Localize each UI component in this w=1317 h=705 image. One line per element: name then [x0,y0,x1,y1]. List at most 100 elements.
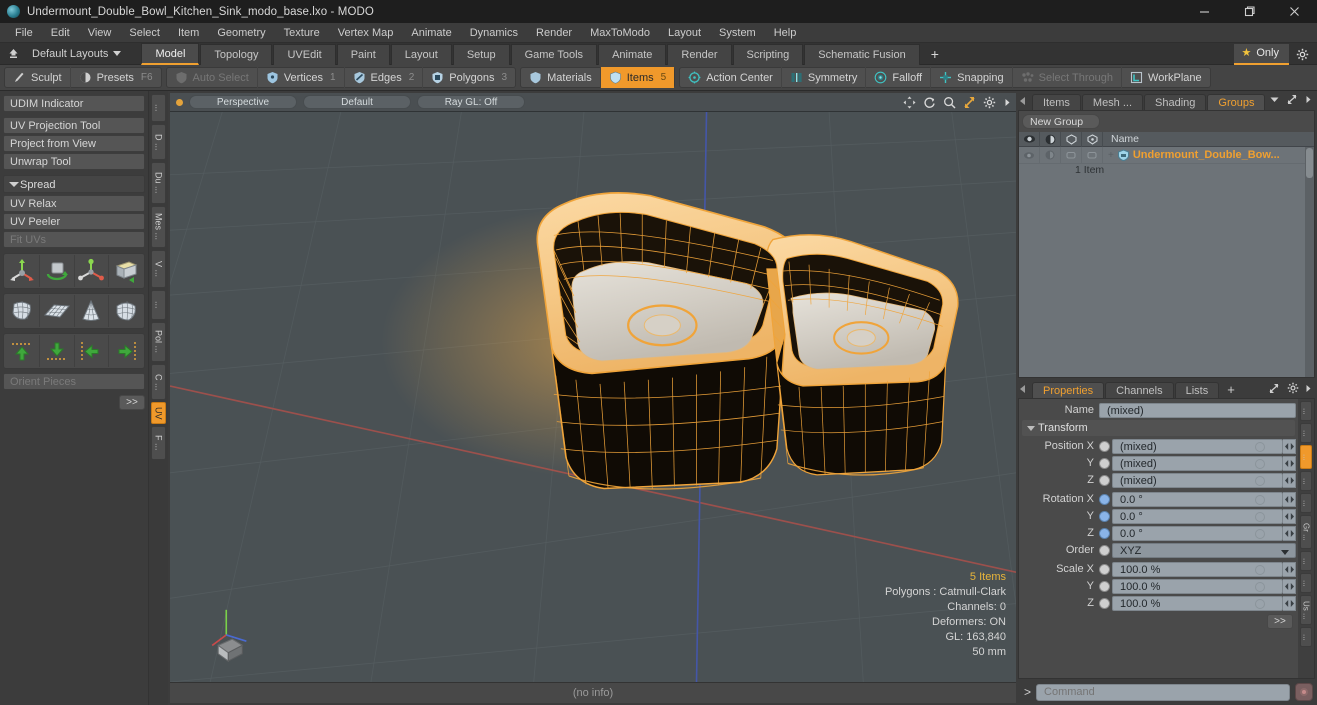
select-through-button[interactable]: Select Through [1013,67,1122,88]
position-x-input[interactable]: (mixed) [1112,439,1283,454]
vtab-0[interactable]: ... [151,94,166,122]
rotation-z-key-toggle[interactable] [1099,528,1110,539]
render-column-icon[interactable] [1061,132,1082,147]
uv-projection-tool-button[interactable]: UV Projection Tool [3,117,145,134]
home-layout-icon[interactable] [0,43,26,65]
menu-texture[interactable]: Texture [275,23,329,43]
minimize-button[interactable] [1182,0,1227,23]
menu-help[interactable]: Help [765,23,806,43]
menu-edit[interactable]: Edit [42,23,79,43]
position-x-stepper[interactable] [1283,439,1296,454]
rotation-y-key-toggle[interactable] [1099,511,1110,522]
raygl-dropdown[interactable]: Ray GL: Off [417,95,525,109]
auto-select-button[interactable]: Auto Select [167,67,258,88]
position-z-stepper[interactable] [1283,473,1296,488]
vtab-polygon[interactable]: Pol ... [151,322,166,362]
pvtab-0[interactable]: ... [1300,401,1312,421]
scale-x-input[interactable]: 100.0 % [1112,562,1283,577]
left-panel-more-button[interactable]: >> [119,395,145,410]
tab-groups[interactable]: Groups [1207,94,1265,110]
unwrap-tool-button[interactable]: Unwrap Tool [3,153,145,170]
expand-plus-icon[interactable]: + [1108,150,1114,161]
scale-x-key-toggle[interactable] [1099,564,1110,575]
groups-list-body[interactable]: + Undermount_Double_Bow... 1 Item [1019,147,1314,377]
spread-group-header[interactable]: Spread [3,175,145,193]
menu-dynamics[interactable]: Dynamics [461,23,527,43]
scale-z-key-toggle[interactable] [1099,598,1110,609]
rotation-x-key-toggle[interactable] [1099,494,1110,505]
position-y-input[interactable]: (mixed) [1112,456,1283,471]
vtab-5[interactable]: ... [151,290,166,320]
rotation-z-input[interactable]: 0.0 ° [1112,526,1283,541]
vtab-duplicate[interactable]: Du ... [151,162,166,204]
tab-channels[interactable]: Channels [1105,382,1173,398]
materials-mode-button[interactable]: Materials [521,67,601,88]
move-uv-icon[interactable] [5,255,40,287]
layout-settings-gear-icon[interactable] [1289,44,1315,65]
expand-panel-icon[interactable] [1286,94,1299,105]
groups-list-scrollbar[interactable] [1305,147,1314,377]
snapping-button[interactable]: Snapping [931,67,1013,88]
flip-uv-icon[interactable] [109,255,143,287]
fit-icon[interactable] [963,96,976,109]
order-select[interactable]: XYZ [1112,543,1296,558]
vtab-uv[interactable]: UV [151,402,166,424]
layout-tab-model[interactable]: Model [141,43,199,65]
layout-tab-scripting[interactable]: Scripting [733,44,804,65]
menu-maxtomodo[interactable]: MaxToModo [581,23,659,43]
rotate-icon[interactable] [923,96,936,109]
mesh-cone-icon[interactable] [75,295,110,327]
layout-tab-setup[interactable]: Setup [453,44,510,65]
rotate-uv-icon[interactable] [40,255,75,287]
scale-y-input[interactable]: 100.0 % [1112,579,1283,594]
rotation-y-input[interactable]: 0.0 ° [1112,509,1283,524]
chevron-right-icon[interactable] [1305,383,1312,394]
rotation-z-stepper[interactable] [1283,526,1296,541]
align-up-icon[interactable] [5,335,40,367]
position-y-key-toggle[interactable] [1099,458,1110,469]
vtab-f[interactable]: F ... [151,426,166,460]
layout-tab-uvedit[interactable]: UVEdit [273,44,335,65]
vtab-deform[interactable]: D ... [151,124,166,160]
group-row-name[interactable]: + Undermount_Double_Bow... [1103,149,1314,161]
view-mode-dropdown[interactable]: Perspective [189,95,297,109]
rotation-y-stepper[interactable] [1283,509,1296,524]
properties-gear-icon[interactable] [1287,382,1299,394]
tab-lists[interactable]: Lists [1175,382,1220,398]
tab-items[interactable]: Items [1032,94,1081,110]
udim-indicator-button[interactable]: UDIM Indicator [3,95,145,112]
vtab-command[interactable]: C ... [151,364,166,400]
pan-icon[interactable] [903,96,916,109]
position-x-key-toggle[interactable] [1099,441,1110,452]
presets-button[interactable]: Presets F6 [71,67,161,88]
menu-render[interactable]: Render [527,23,581,43]
row-visibility-toggle[interactable] [1019,147,1040,164]
row-lock-toggle[interactable] [1082,147,1103,164]
scale-y-stepper[interactable] [1283,579,1296,594]
position-z-input[interactable]: (mixed) [1112,473,1283,488]
layout-tab-render[interactable]: Render [667,44,731,65]
lock-column-icon[interactable] [1082,132,1103,147]
layout-tab-layout[interactable]: Layout [391,44,452,65]
zoom-icon[interactable] [943,96,956,109]
pvtab-users[interactable]: Us ... [1300,595,1312,625]
shading-mode-dropdown[interactable]: Default [303,95,411,109]
transform-section-header[interactable]: Transform [1022,420,1295,436]
shading-column-icon[interactable] [1040,132,1061,147]
record-macro-button[interactable] [1295,683,1313,701]
mesh-plane-icon[interactable] [40,295,75,327]
group-row[interactable]: + Undermount_Double_Bow... [1019,147,1314,164]
menu-vertex-map[interactable]: Vertex Map [329,23,403,43]
order-key-toggle[interactable] [1099,545,1110,556]
layout-tab-schematic-fusion[interactable]: Schematic Fusion [804,44,919,65]
menu-file[interactable]: File [6,23,42,43]
pvtab-6[interactable]: ... [1300,551,1312,571]
align-right-icon[interactable] [109,335,143,367]
position-z-key-toggle[interactable] [1099,475,1110,486]
chevron-down-icon[interactable] [1269,94,1280,105]
close-button[interactable] [1272,0,1317,23]
menu-system[interactable]: System [710,23,765,43]
add-layout-tab-button[interactable]: + [921,44,949,65]
menu-item[interactable]: Item [169,23,208,43]
viewport-gear-icon[interactable] [983,96,996,109]
